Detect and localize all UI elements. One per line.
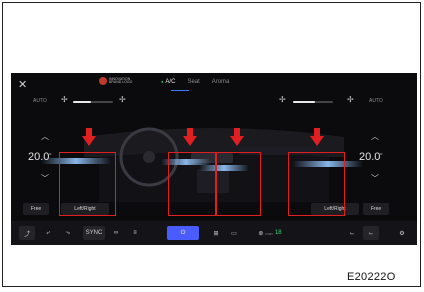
vent-highlight-box: [168, 152, 216, 216]
front-defrost-icon[interactable]: ⊞: [209, 226, 223, 240]
free-mode-right[interactable]: Free: [363, 203, 389, 215]
tab-ac[interactable]: A/C: [161, 79, 175, 85]
seat-heat-left-icon[interactable]: ⌙: [345, 226, 359, 240]
fan-high-icon[interactable]: ✢: [119, 95, 126, 104]
climate-tabs: A/C Seat Aroma: [161, 79, 229, 85]
fan-speed-right[interactable]: [293, 101, 333, 103]
airflow-face-feet-icon[interactable]: ⤷: [61, 226, 75, 240]
tab-seat[interactable]: Seat: [187, 79, 199, 85]
menu-icon[interactable]: ≡: [129, 226, 141, 240]
figure-code: E20222O: [347, 271, 396, 283]
figure-frame: ✕ INNOVATION BRAND LOGO A/C Seat Aroma A…: [2, 2, 421, 287]
temp-down-right-icon[interactable]: ﹀: [371, 173, 379, 184]
logo-mark-icon: [99, 77, 107, 85]
vent-highlight-box: [59, 152, 116, 216]
down-arrow-icon: [82, 128, 96, 146]
recirculation-icon[interactable]: ∞: [109, 226, 123, 240]
logo-text: INNOVATION BRAND LOGO: [109, 76, 133, 84]
active-tab-indicator: [171, 90, 189, 91]
airflow-feet-icon[interactable]: ⤶: [41, 226, 55, 240]
climate-bottom-bar: ⤴ ⤶ ⤷ SYNC ∞ ≡ ⏻ ⊞ ▭ ⊛ max 18 ⌙ ⌙ ⚙: [11, 221, 417, 245]
rear-defrost-icon[interactable]: ▭: [227, 226, 241, 240]
fan-speed-left[interactable]: [73, 101, 113, 103]
purifier-icon: ⊛: [258, 230, 264, 237]
fan-auto-left[interactable]: AUTO: [33, 98, 47, 104]
airflow-face-icon[interactable]: ⤴: [19, 226, 35, 240]
sync-button[interactable]: SYNC: [83, 226, 105, 240]
tab-aroma[interactable]: Aroma: [212, 79, 230, 85]
fan-low-icon[interactable]: ✢: [279, 95, 286, 104]
fan-high-icon[interactable]: ✢: [347, 95, 354, 104]
temp-down-left-icon[interactable]: ﹀: [41, 173, 49, 184]
seat-heat-right-icon[interactable]: ⌙: [363, 226, 379, 240]
down-arrow-icon: [310, 128, 324, 146]
fan-auto-right[interactable]: AUTO: [369, 98, 383, 104]
fan-low-icon[interactable]: ✢: [61, 95, 68, 104]
close-icon[interactable]: ✕: [18, 78, 27, 91]
temp-up-left-icon[interactable]: ︿: [41, 131, 49, 142]
temp-right: 20.0c: [359, 151, 383, 163]
brand-logo: INNOVATION BRAND LOGO: [99, 77, 135, 85]
ac-screen: ✕ INNOVATION BRAND LOGO A/C Seat Aroma A…: [11, 73, 417, 245]
vent-highlight-box: [288, 152, 345, 216]
temp-up-right-icon[interactable]: ︿: [371, 131, 379, 142]
down-arrow-icon: [230, 128, 244, 146]
free-mode-left[interactable]: Free: [23, 203, 49, 215]
settings-icon[interactable]: ⚙: [395, 226, 409, 240]
vent-highlight-box: [216, 152, 261, 216]
purifier-level[interactable]: ⊛ max 18: [247, 226, 293, 240]
power-button[interactable]: ⏻: [167, 226, 199, 240]
down-arrow-icon: [183, 128, 197, 146]
